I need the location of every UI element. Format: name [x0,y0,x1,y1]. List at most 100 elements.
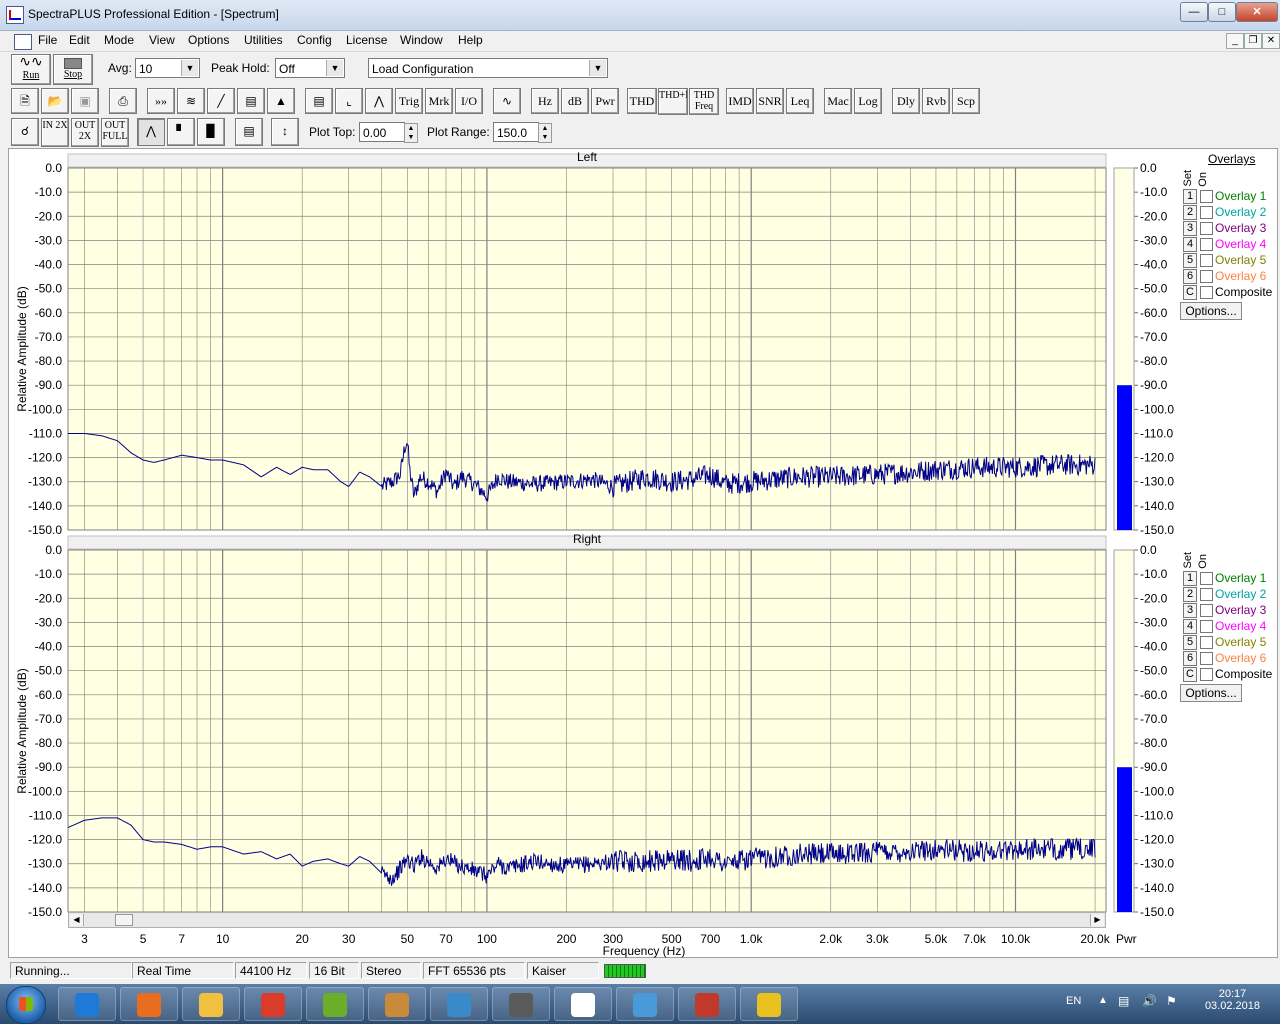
spinner-icon[interactable]: ▲ ▼ [538,123,552,143]
start-button[interactable] [6,986,46,1024]
taskbar-internet-explorer[interactable] [58,987,116,1021]
overlay-set-button[interactable]: C [1183,285,1197,300]
run-button[interactable]: ∿∿ Run [11,54,51,85]
taskbar-paint[interactable] [368,987,426,1021]
zoom-in-2x-button[interactable]: IN 2X [41,118,69,147]
overlay-checkbox[interactable] [1200,572,1213,585]
tool-thd-n-button[interactable]: THD+N [658,88,688,115]
plot-area[interactable] [67,549,1107,913]
overlay-set-button[interactable]: 2 [1183,205,1197,220]
tool-pwr-button[interactable]: Pwr [591,88,619,114]
overlay-set-button[interactable]: 5 [1183,253,1197,268]
taskbar-toolbox[interactable] [678,987,736,1021]
taskbar-file-explorer[interactable] [182,987,240,1021]
network-icon[interactable]: ▤ [1118,994,1129,1008]
overlay-checkbox[interactable] [1200,238,1213,251]
zoom-out-2x-button[interactable]: OUT 2X [71,118,99,147]
menu-file[interactable]: File [38,33,57,47]
overlay-set-button[interactable]: 6 [1183,651,1197,666]
horizontal-scrollbar[interactable]: ◀ ▶ [68,912,1106,928]
mdi-minimize-button[interactable]: _ [1226,33,1244,49]
menu-edit[interactable]: Edit [69,33,90,47]
language-indicator[interactable]: EN [1066,995,1081,1007]
overlay-set-button[interactable]: 6 [1183,269,1197,284]
chevron-down-icon[interactable]: ▼ [589,60,606,76]
tool-thd-button[interactable]: THD [627,88,657,114]
overlay-checkbox[interactable] [1200,668,1213,681]
plot-top-input[interactable]: 0.00 ▲ ▼ [359,122,418,143]
mdi-close-button[interactable]: ✕ [1262,33,1280,49]
overlay-checkbox[interactable] [1200,254,1213,267]
close-button[interactable]: ✕ [1236,2,1278,22]
tool-log-button[interactable]: Log [854,88,882,114]
overlay-set-button[interactable]: 5 [1183,635,1197,650]
overlay-checkbox[interactable] [1200,604,1213,617]
taskbar-video-editor[interactable] [740,987,798,1021]
taskbar-spectraplus[interactable] [554,987,612,1021]
peak-hold-select[interactable]: Off ▼ [275,58,345,78]
save-icon[interactable]: ▣ [71,88,99,114]
tool-snr-button[interactable]: SNR [756,88,784,114]
menu-window[interactable]: Window [400,33,443,47]
stop-button[interactable]: Stop [53,54,93,85]
menu-options[interactable]: Options [188,33,229,47]
clock[interactable]: 20:17 03.02.2018 [1205,988,1260,1012]
tool-mrk-button[interactable]: Mrk [425,88,453,114]
overlay-set-button[interactable]: 2 [1183,587,1197,602]
config-select[interactable]: Load Configuration ▼ [368,58,608,78]
overlay-checkbox[interactable] [1200,206,1213,219]
spectrogram-icon[interactable]: ▤ [237,88,265,114]
fast-forward-icon[interactable]: »» [147,88,175,114]
overlay-set-button[interactable]: 1 [1183,189,1197,204]
range-icon[interactable]: ↕ [271,118,299,146]
minimize-button[interactable]: — [1180,2,1208,22]
zoom-out-full-button[interactable]: OUT FULL [101,118,129,147]
axis-icon[interactable]: ⌞ [335,88,363,114]
plot-options-icon[interactable]: ▤ [235,118,263,146]
tool-trig-button[interactable]: Trig [395,88,423,114]
print-icon[interactable]: ⎙ [109,88,137,114]
volume-icon[interactable]: 🔊 [1142,994,1157,1008]
overlay-set-button[interactable]: 4 [1183,619,1197,634]
scroll-left-icon[interactable]: ◀ [70,914,84,926]
magnifier-icon[interactable]: ☌ [11,118,39,146]
tool-mac-button[interactable]: Mac [824,88,852,114]
taskbar-utorrent[interactable] [306,987,364,1021]
settings-panel-icon[interactable]: ▤ [305,88,333,114]
overlay-set-button[interactable]: 1 [1183,571,1197,586]
menu-view[interactable]: View [149,33,175,47]
overlay-checkbox[interactable] [1200,190,1213,203]
overlay-set-button[interactable]: 3 [1183,603,1197,618]
new-file-icon[interactable]: 🗎 [11,88,39,114]
overlay-checkbox[interactable] [1200,286,1213,299]
tool-hz-button[interactable]: Hz [531,88,559,114]
bar-plot-icon[interactable]: ▉ [197,118,225,146]
taskbar-control-panel[interactable] [616,987,674,1021]
overlay-set-button[interactable]: 4 [1183,237,1197,252]
overlay-set-button[interactable]: C [1183,667,1197,682]
chevron-down-icon[interactable]: ▼ [181,60,198,76]
overlay-options-button[interactable]: Options... [1180,302,1242,320]
ramp-icon[interactable]: ╱ [207,88,235,114]
overlay-checkbox[interactable] [1200,222,1213,235]
tool-dly-button[interactable]: Dly [892,88,920,114]
octave-plot-icon[interactable]: ▘ [167,118,195,146]
spectrum-chart[interactable]: Left 0.0 0.0 -10.0 -10.0 -20.0 -20.0 -30.0 -30.0… [0,148,1280,958]
maximize-button[interactable]: □ [1208,2,1236,22]
menu-utilities[interactable]: Utilities [244,33,283,47]
avg-select[interactable]: 10 ▼ [135,58,200,78]
mdi-restore-button[interactable]: ❐ [1244,33,1262,49]
filter-icon[interactable]: ⋀ [365,88,393,114]
menu-mode[interactable]: Mode [104,33,134,47]
overlay-checkbox[interactable] [1200,620,1213,633]
action-center-icon[interactable]: ⚑ [1166,994,1177,1008]
taskbar-m-app[interactable] [492,987,550,1021]
tool-imd-button[interactable]: IMD [726,88,754,114]
overlay-options-button[interactable]: Options... [1180,684,1242,702]
scroll-right-icon[interactable]: ▶ [1090,914,1104,926]
overlay-checkbox[interactable] [1200,652,1213,665]
spinner-icon[interactable]: ▲ ▼ [404,123,418,143]
3d-surface-icon[interactable]: ▲ [267,88,295,114]
tool-rvb-button[interactable]: Rvb [922,88,950,114]
taskbar-chrome[interactable] [244,987,302,1021]
